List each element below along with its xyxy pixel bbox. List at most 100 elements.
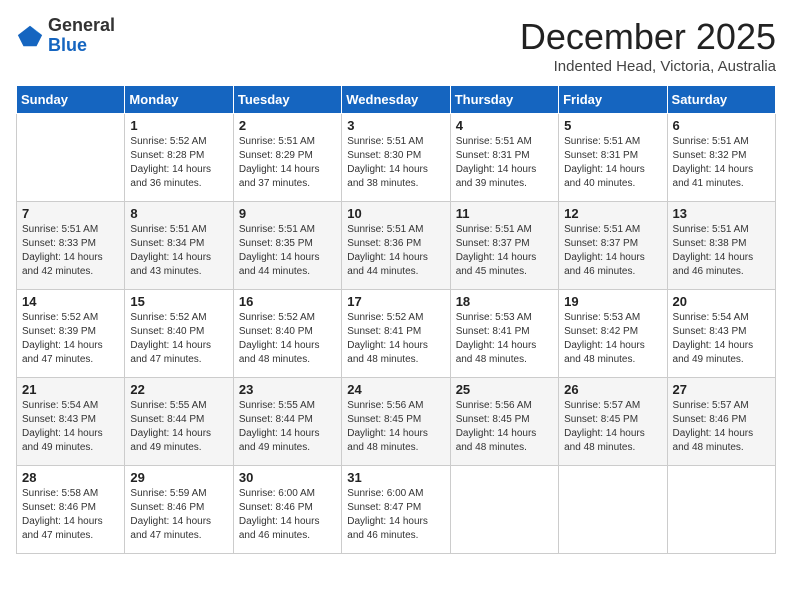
day-info: Sunrise: 6:00 AMSunset: 8:46 PMDaylight:…	[239, 487, 336, 543]
day-info: Sunrise: 5:51 AMSunset: 8:29 PMDaylight:…	[239, 135, 336, 191]
calendar-cell: 30 Sunrise: 6:00 AMSunset: 8:46 PMDayligh…	[233, 466, 341, 554]
calendar-body: 1Sunrise: 5:52 AMSunset: 8:28 PMDaylight…	[17, 114, 776, 554]
day-info: Sunrise: 5:57 AMSunset: 8:46 PMDaylight:…	[673, 399, 770, 455]
calendar-cell: 29 Sunrise: 5:59 AMSunset: 8:46 PMDayligh…	[125, 466, 233, 554]
calendar-cell: 31 Sunrise: 6:00 AMSunset: 8:47 PMDayligh…	[342, 466, 450, 554]
calendar-cell: 10Sunrise: 5:51 AMSunset: 8:36 PMDayligh…	[342, 202, 450, 290]
day-number: 15	[130, 294, 227, 309]
day-info: Sunrise: 5:52 AMSunset: 8:39 PMDaylight:…	[22, 311, 119, 367]
week-row-5: 28 Sunrise: 5:58 AMSunset: 8:46 PMDayligh…	[17, 466, 776, 554]
month-title: December 2025	[520, 16, 776, 58]
week-row-2: 7 Sunrise: 5:51 AMSunset: 8:33 PMDaylight…	[17, 202, 776, 290]
day-number: 18	[456, 294, 553, 309]
calendar-cell: 17Sunrise: 5:52 AMSunset: 8:41 PMDayligh…	[342, 290, 450, 378]
calendar-cell: 27 Sunrise: 5:57 AMSunset: 8:46 PMDayligh…	[667, 378, 775, 466]
day-info: Sunrise: 5:56 AMSunset: 8:45 PMDaylight:…	[347, 399, 444, 455]
calendar-cell: 3 Sunrise: 5:51 AMSunset: 8:30 PMDaylight…	[342, 114, 450, 202]
day-number: 6	[673, 118, 770, 133]
logo: General Blue	[16, 16, 115, 56]
day-number: 21	[22, 382, 119, 397]
day-number: 11	[456, 206, 553, 221]
day-number: 31	[347, 470, 444, 485]
day-info: Sunrise: 5:51 AMSunset: 8:36 PMDaylight:…	[347, 223, 444, 279]
header-day-monday: Monday	[125, 86, 233, 114]
calendar-cell: 11Sunrise: 5:51 AMSunset: 8:37 PMDayligh…	[450, 202, 558, 290]
day-number: 5	[564, 118, 661, 133]
day-info: Sunrise: 5:57 AMSunset: 8:45 PMDaylight:…	[564, 399, 661, 455]
day-number: 28	[22, 470, 119, 485]
calendar-cell: 8Sunrise: 5:51 AMSunset: 8:34 PMDaylight…	[125, 202, 233, 290]
day-info: Sunrise: 5:51 AMSunset: 8:38 PMDaylight:…	[673, 223, 770, 279]
calendar-cell: 7 Sunrise: 5:51 AMSunset: 8:33 PMDaylight…	[17, 202, 125, 290]
day-info: Sunrise: 5:58 AMSunset: 8:46 PMDaylight:…	[22, 487, 119, 543]
day-info: Sunrise: 5:51 AMSunset: 8:31 PMDaylight:…	[564, 135, 661, 191]
page-header: General Blue December 2025 Indented Head…	[16, 16, 776, 75]
day-number: 20	[673, 294, 770, 309]
day-number: 13	[673, 206, 770, 221]
day-number: 9	[239, 206, 336, 221]
title-block: December 2025 Indented Head, Victoria, A…	[520, 16, 776, 75]
header-day-friday: Friday	[559, 86, 667, 114]
day-number: 24	[347, 382, 444, 397]
day-number: 22	[130, 382, 227, 397]
day-number: 29	[130, 470, 227, 485]
calendar-cell	[17, 114, 125, 202]
calendar-cell: 26 Sunrise: 5:57 AMSunset: 8:45 PMDayligh…	[559, 378, 667, 466]
day-number: 19	[564, 294, 661, 309]
day-number: 26	[564, 382, 661, 397]
header-day-thursday: Thursday	[450, 86, 558, 114]
day-info: Sunrise: 5:51 AMSunset: 8:31 PMDaylight:…	[456, 135, 553, 191]
day-number: 30	[239, 470, 336, 485]
logo-blue-text: Blue	[48, 36, 115, 56]
logo-general-text: General	[48, 16, 115, 36]
day-info: Sunrise: 5:52 AMSunset: 8:40 PMDaylight:…	[239, 311, 336, 367]
day-info: Sunrise: 5:51 AMSunset: 8:32 PMDaylight:…	[673, 135, 770, 191]
calendar-cell: 22 Sunrise: 5:55 AMSunset: 8:44 PMDayligh…	[125, 378, 233, 466]
location-subtitle: Indented Head, Victoria, Australia	[520, 58, 776, 75]
day-info: Sunrise: 5:51 AMSunset: 8:34 PMDaylight:…	[130, 223, 227, 279]
week-row-4: 21 Sunrise: 5:54 AMSunset: 8:43 PMDayligh…	[17, 378, 776, 466]
day-info: Sunrise: 5:53 AMSunset: 8:41 PMDaylight:…	[456, 311, 553, 367]
calendar-cell: 28 Sunrise: 5:58 AMSunset: 8:46 PMDayligh…	[17, 466, 125, 554]
calendar-cell: 2 Sunrise: 5:51 AMSunset: 8:29 PMDaylight…	[233, 114, 341, 202]
day-number: 7	[22, 206, 119, 221]
header-day-sunday: Sunday	[17, 86, 125, 114]
calendar-header: SundayMondayTuesdayWednesdayThursdayFrid…	[17, 86, 776, 114]
header-day-tuesday: Tuesday	[233, 86, 341, 114]
calendar-cell: 15Sunrise: 5:52 AMSunset: 8:40 PMDayligh…	[125, 290, 233, 378]
day-info: Sunrise: 5:52 AMSunset: 8:28 PMDaylight:…	[130, 135, 227, 191]
day-number: 23	[239, 382, 336, 397]
day-number: 16	[239, 294, 336, 309]
day-info: Sunrise: 5:54 AMSunset: 8:43 PMDaylight:…	[22, 399, 119, 455]
week-row-1: 1Sunrise: 5:52 AMSunset: 8:28 PMDaylight…	[17, 114, 776, 202]
day-number: 4	[456, 118, 553, 133]
day-info: Sunrise: 5:56 AMSunset: 8:45 PMDaylight:…	[456, 399, 553, 455]
day-info: Sunrise: 5:59 AMSunset: 8:46 PMDaylight:…	[130, 487, 227, 543]
day-number: 17	[347, 294, 444, 309]
day-info: Sunrise: 5:51 AMSunset: 8:33 PMDaylight:…	[22, 223, 119, 279]
day-number: 2	[239, 118, 336, 133]
calendar-cell	[667, 466, 775, 554]
calendar-cell: 1Sunrise: 5:52 AMSunset: 8:28 PMDaylight…	[125, 114, 233, 202]
calendar-cell: 20Sunrise: 5:54 AMSunset: 8:43 PMDayligh…	[667, 290, 775, 378]
header-day-wednesday: Wednesday	[342, 86, 450, 114]
calendar-cell	[559, 466, 667, 554]
calendar-cell: 18 Sunrise: 5:53 AMSunset: 8:41 PMDayligh…	[450, 290, 558, 378]
day-number: 3	[347, 118, 444, 133]
logo-icon	[16, 22, 44, 50]
calendar-cell: 19Sunrise: 5:53 AMSunset: 8:42 PMDayligh…	[559, 290, 667, 378]
calendar-cell: 25Sunrise: 5:56 AMSunset: 8:45 PMDayligh…	[450, 378, 558, 466]
day-info: Sunrise: 5:55 AMSunset: 8:44 PMDaylight:…	[130, 399, 227, 455]
calendar-cell: 24 Sunrise: 5:56 AMSunset: 8:45 PMDayligh…	[342, 378, 450, 466]
day-info: Sunrise: 5:51 AMSunset: 8:30 PMDaylight:…	[347, 135, 444, 191]
calendar-cell: 23Sunrise: 5:55 AMSunset: 8:44 PMDayligh…	[233, 378, 341, 466]
calendar-cell: 5 Sunrise: 5:51 AMSunset: 8:31 PMDaylight…	[559, 114, 667, 202]
calendar-cell: 21 Sunrise: 5:54 AMSunset: 8:43 PMDayligh…	[17, 378, 125, 466]
day-info: Sunrise: 5:51 AMSunset: 8:35 PMDaylight:…	[239, 223, 336, 279]
header-day-saturday: Saturday	[667, 86, 775, 114]
day-info: Sunrise: 6:00 AMSunset: 8:47 PMDaylight:…	[347, 487, 444, 543]
week-row-3: 14Sunrise: 5:52 AMSunset: 8:39 PMDayligh…	[17, 290, 776, 378]
calendar-table: SundayMondayTuesdayWednesdayThursdayFrid…	[16, 85, 776, 554]
calendar-cell: 16 Sunrise: 5:52 AMSunset: 8:40 PMDayligh…	[233, 290, 341, 378]
day-number: 27	[673, 382, 770, 397]
